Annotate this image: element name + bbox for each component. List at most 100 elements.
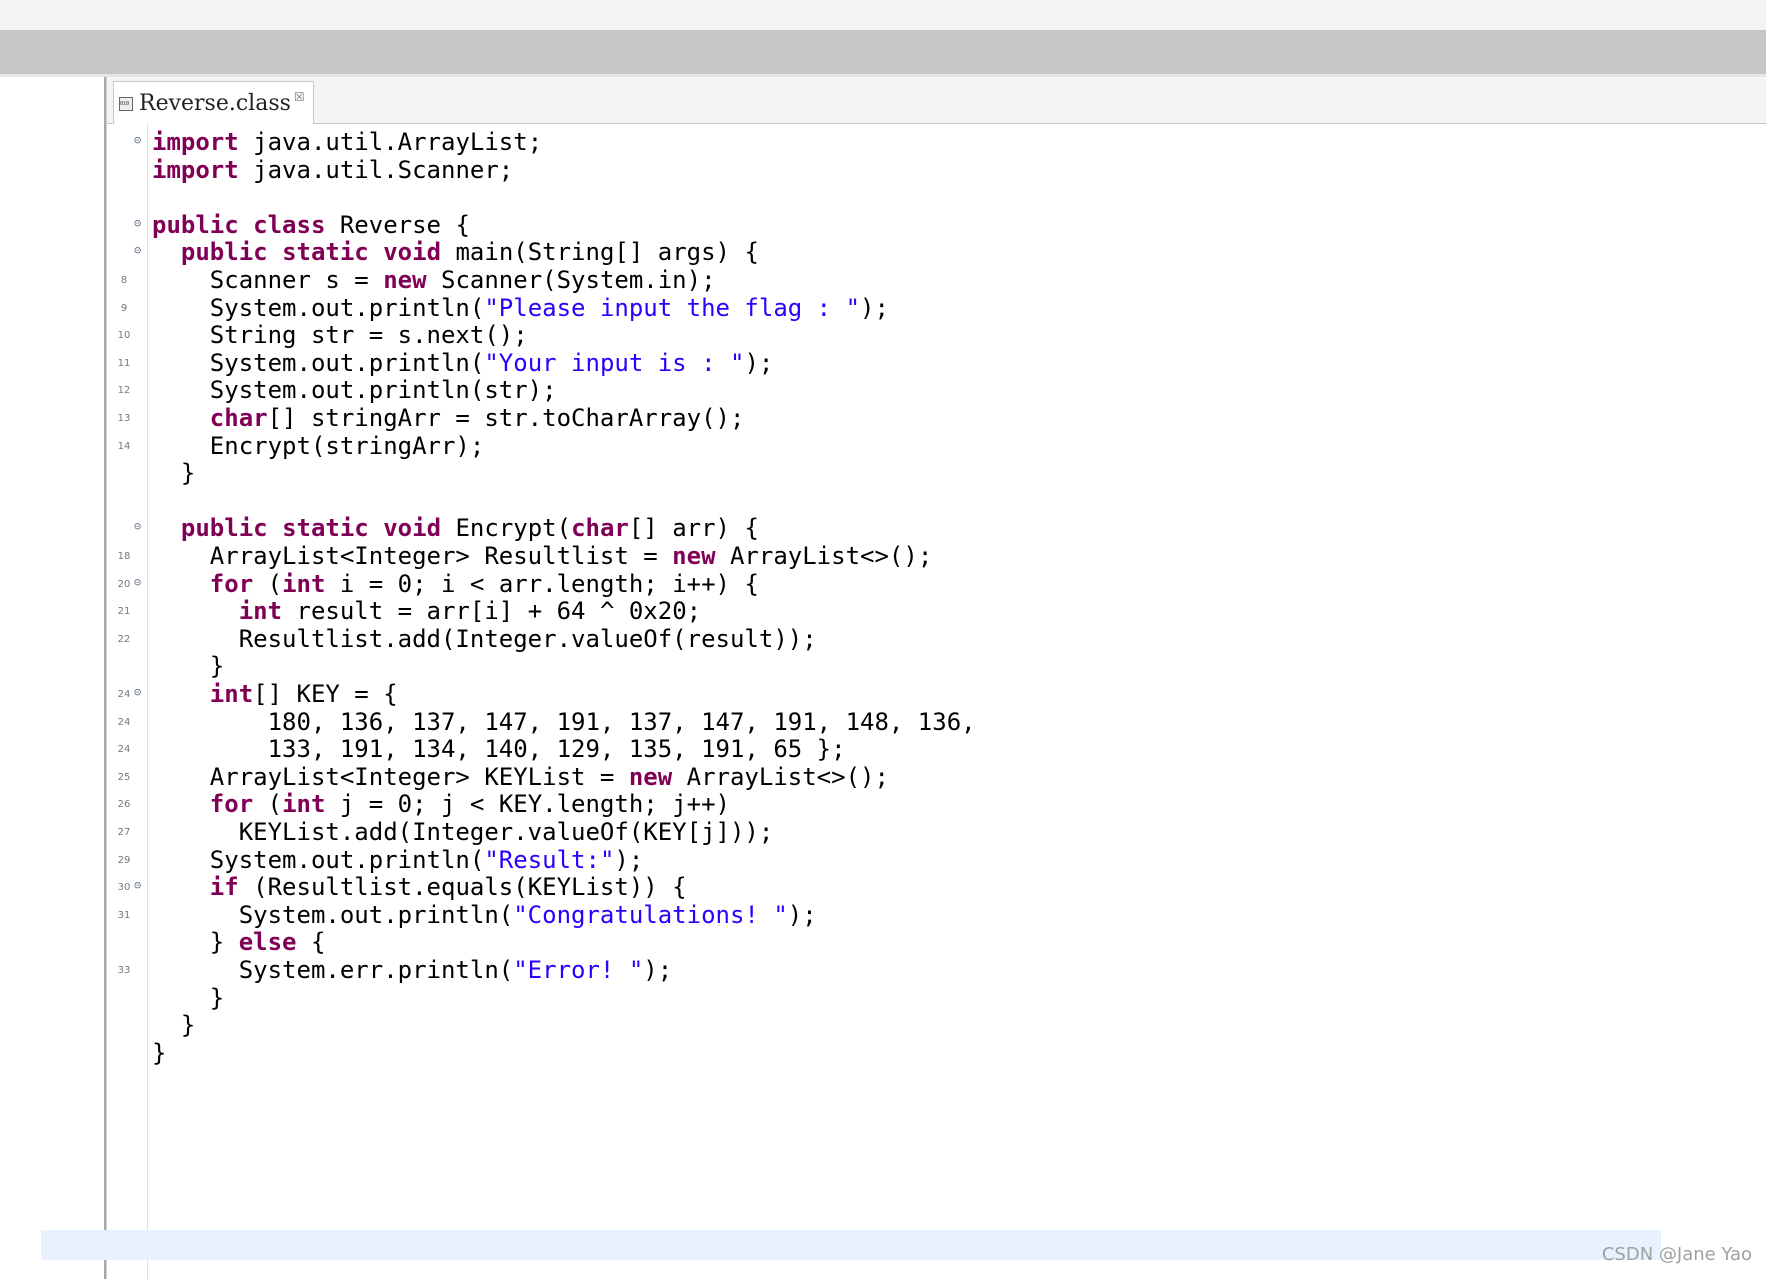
code-line[interactable]: } [152, 458, 195, 489]
code-keyword: char [571, 514, 629, 543]
code-line[interactable]: public static void Encrypt(char[] arr) { [152, 513, 759, 544]
fold-toggle-icon[interactable]: ⊝ [134, 243, 141, 257]
code-line[interactable]: System.out.println("Your input is : "); [152, 348, 774, 379]
code-line[interactable]: if (Resultlist.equals(KEYList)) { [152, 872, 687, 903]
code-text: } [152, 1038, 167, 1067]
code-line[interactable]: System.out.println(str); [152, 375, 557, 406]
code-text: ); [787, 900, 817, 929]
code-keyword: char [209, 404, 268, 432]
close-tab-icon[interactable]: ☒ [294, 90, 305, 104]
code-keyword: else [238, 928, 297, 957]
code-text: ); [643, 956, 673, 984]
fold-toggle-icon[interactable]: ⊝ [134, 575, 141, 589]
code-text: Scanner(System.in); [426, 266, 716, 294]
code-text: ArrayList<>(); [715, 542, 933, 570]
code-text: System.out.println(str); [152, 376, 557, 405]
line-number-ruler: ⊝ ⊝ ⊝ 8 9 10 11 12 13 14 ⊝ 18 20 ⊝ 21 22 24 ⊝ 24 24 25 26 27 29… [107, 124, 148, 1279]
code-line[interactable]: char[] stringArr = str.toCharArray(); [152, 403, 745, 434]
code-line[interactable]: int result = arr[i] + 64 ^ 0x20; [152, 596, 701, 627]
code-line[interactable]: System.err.println("Error! "); [152, 955, 673, 986]
code-line[interactable]: 133, 191, 134, 140, 129, 135, 191, 65 }; [152, 734, 846, 765]
code-keyword: import [152, 155, 239, 184]
code-keyword: new [672, 542, 716, 570]
code-keyword: int [282, 569, 326, 598]
package-explorer-panel[interactable] [0, 77, 106, 1279]
code-line[interactable]: ArrayList<Integer> Resultlist = new Arra… [152, 541, 932, 572]
code-keyword: if [209, 873, 239, 902]
code-text: main(String[] args) { [441, 238, 759, 267]
code-text: System.out.println( [152, 845, 485, 874]
code-line[interactable]: System.out.println("Congratulations! "); [152, 900, 817, 931]
code-line[interactable]: } [152, 983, 224, 1014]
code-line[interactable]: System.out.println("Result:"); [152, 845, 644, 876]
code-editor[interactable]: Reverse.class ☒ ⊝⊝⊝891011121314⊝1820⊝212… [106, 77, 1766, 1279]
fold-toggle-icon[interactable]: ⊝ [134, 878, 141, 892]
code-line[interactable]: import java.util.Scanner; [152, 155, 513, 186]
code-text: KEYList.add(Integer.valueOf(KEY[j])); [152, 818, 774, 846]
code-keyword: public [180, 514, 268, 543]
code-line[interactable]: KEYList.add(Integer.valueOf(KEY[j])); [152, 817, 774, 848]
code-area[interactable]: import java.util.ArrayList; import java.u… [152, 124, 1766, 1279]
editor-tab-strip: Reverse.class ☒ [107, 77, 1766, 124]
code-line[interactable]: for (int j = 0; j < KEY.length; j++) [152, 789, 730, 820]
code-text: System.out.println( [152, 900, 514, 929]
code-text: } [152, 983, 225, 1012]
code-line[interactable]: public class Reverse { [152, 210, 470, 241]
code-text: Scanner s = [152, 266, 384, 294]
code-text: java.util.Scanner; [238, 155, 514, 184]
code-keyword: int [282, 790, 326, 819]
code-text: Encrypt( [441, 514, 572, 543]
code-line[interactable]: } [152, 1010, 195, 1041]
code-line[interactable]: int[] KEY = { [152, 679, 398, 710]
code-text: [] KEY = { [253, 680, 398, 708]
code-line[interactable]: for (int i = 0; i < arr.length; i++) { [152, 569, 759, 600]
code-keyword: new [383, 266, 427, 294]
code-text: ArrayList<>(); [672, 762, 889, 791]
class-file-icon [118, 95, 134, 111]
code-line[interactable]: import java.util.ArrayList; [152, 127, 542, 158]
code-line[interactable]: } else { [152, 927, 326, 958]
code-text: ArrayList<Integer> Resultlist = [152, 542, 673, 570]
line-number: 24 [117, 744, 131, 756]
code-line[interactable]: Resultlist.add(Integer.valueOf(result)); [152, 624, 817, 655]
editor-tab-reverse-class[interactable]: Reverse.class ☒ [113, 81, 314, 124]
title-bar [0, 0, 1766, 31]
code-line[interactable]: public static void main(String[] args) { [152, 237, 759, 268]
code-line[interactable]: String str = s.next(); [152, 320, 528, 351]
code-text: Encrypt(stringArr); [152, 431, 485, 460]
code-text: i = 0; i < arr.length; i++) { [325, 569, 759, 598]
fold-toggle-icon[interactable]: ⊝ [134, 216, 141, 230]
line-number: 26 [117, 799, 131, 811]
fold-toggle-icon[interactable]: ⊝ [134, 133, 141, 147]
code-line[interactable]: } [152, 651, 224, 682]
code-string: "Error! " [513, 956, 644, 984]
code-text: ( [253, 569, 283, 598]
code-line[interactable]: ArrayList<Integer> KEYList = new ArrayLi… [152, 762, 889, 793]
code-line[interactable]: } [152, 1038, 166, 1069]
fold-toggle-icon[interactable]: ⊝ [134, 685, 141, 699]
code-line[interactable]: Encrypt(stringArr); [152, 431, 485, 462]
code-line[interactable]: 180, 136, 137, 147, 191, 137, 147, 191, … [152, 707, 976, 738]
line-number: 9 [120, 302, 128, 314]
code-line[interactable]: Scanner s = new Scanner(System.in); [152, 265, 716, 296]
code-text: ArrayList<Integer> KEYList = [152, 762, 629, 791]
code-keyword: import [152, 128, 239, 156]
code-line[interactable]: System.out.println("Please input the fla… [152, 293, 889, 324]
line-number: 14 [117, 440, 131, 452]
code-keyword: void [383, 238, 442, 267]
code-keyword: static [282, 514, 369, 543]
code-text: (Resultlist.equals(KEYList)) { [238, 873, 687, 902]
fold-toggle-icon[interactable]: ⊝ [134, 519, 141, 533]
code-text: [] stringArr = str.toCharArray(); [267, 404, 745, 432]
line-number: 27 [117, 827, 131, 838]
code-string: "Please input the flag : " [484, 293, 861, 322]
code-text: java.util.ArrayList; [238, 128, 543, 156]
current-line-highlight [41, 1230, 1661, 1260]
code-string: "Congratulations! " [513, 900, 788, 929]
